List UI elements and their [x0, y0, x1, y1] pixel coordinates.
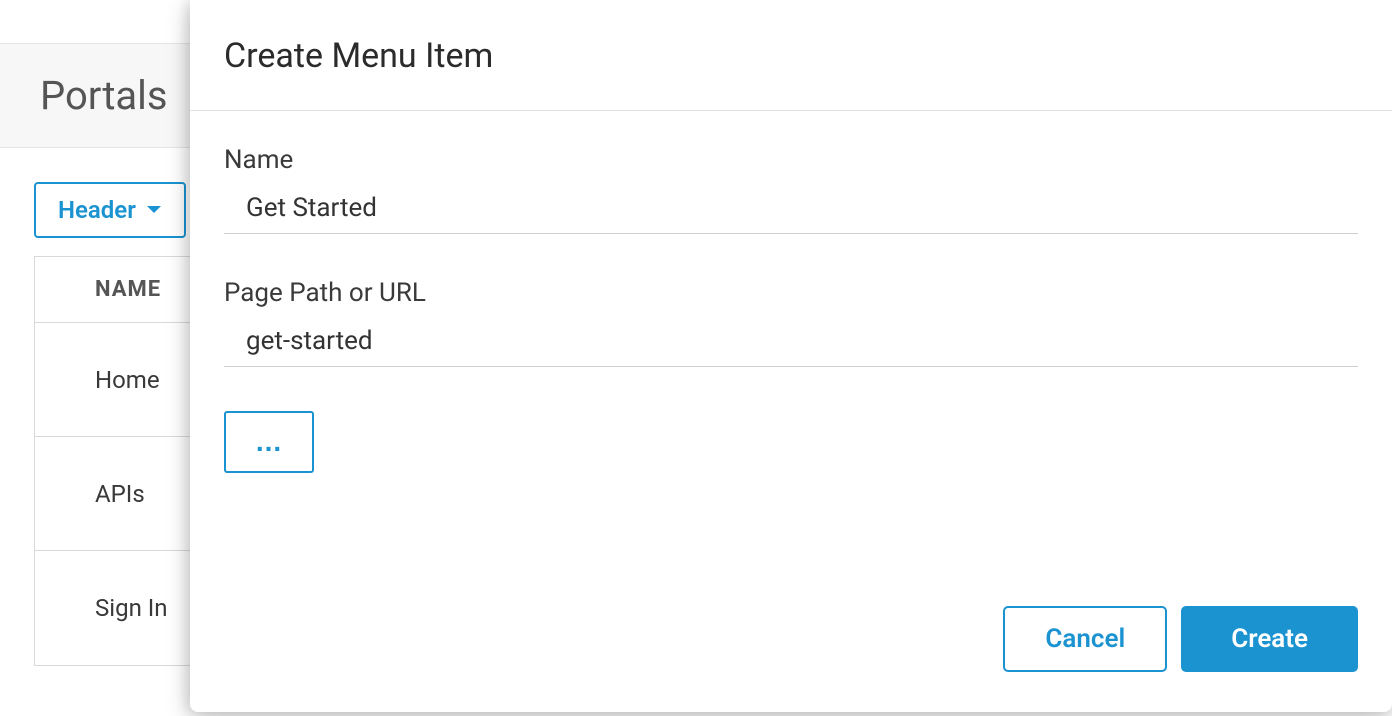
create-button[interactable]: Create — [1181, 606, 1358, 672]
dialog-footer: Cancel Create — [190, 606, 1392, 712]
path-label: Page Path or URL — [224, 278, 1358, 308]
name-field-group: Name — [224, 145, 1358, 234]
dialog-title: Create Menu Item — [224, 36, 1358, 76]
create-menu-item-dialog: Create Menu Item Name Page Path or URL .… — [190, 0, 1392, 712]
dialog-body: Name Page Path or URL ... — [190, 111, 1392, 606]
name-input[interactable] — [224, 185, 1358, 234]
more-options-button[interactable]: ... — [224, 411, 314, 473]
path-field-group: Page Path or URL — [224, 278, 1358, 367]
cancel-button[interactable]: Cancel — [1003, 606, 1167, 672]
path-input[interactable] — [224, 318, 1358, 367]
dialog-header: Create Menu Item — [190, 0, 1392, 111]
modal-backdrop: Create Menu Item Name Page Path or URL .… — [0, 0, 1392, 716]
ellipsis-icon: ... — [256, 426, 282, 458]
name-label: Name — [224, 145, 1358, 175]
